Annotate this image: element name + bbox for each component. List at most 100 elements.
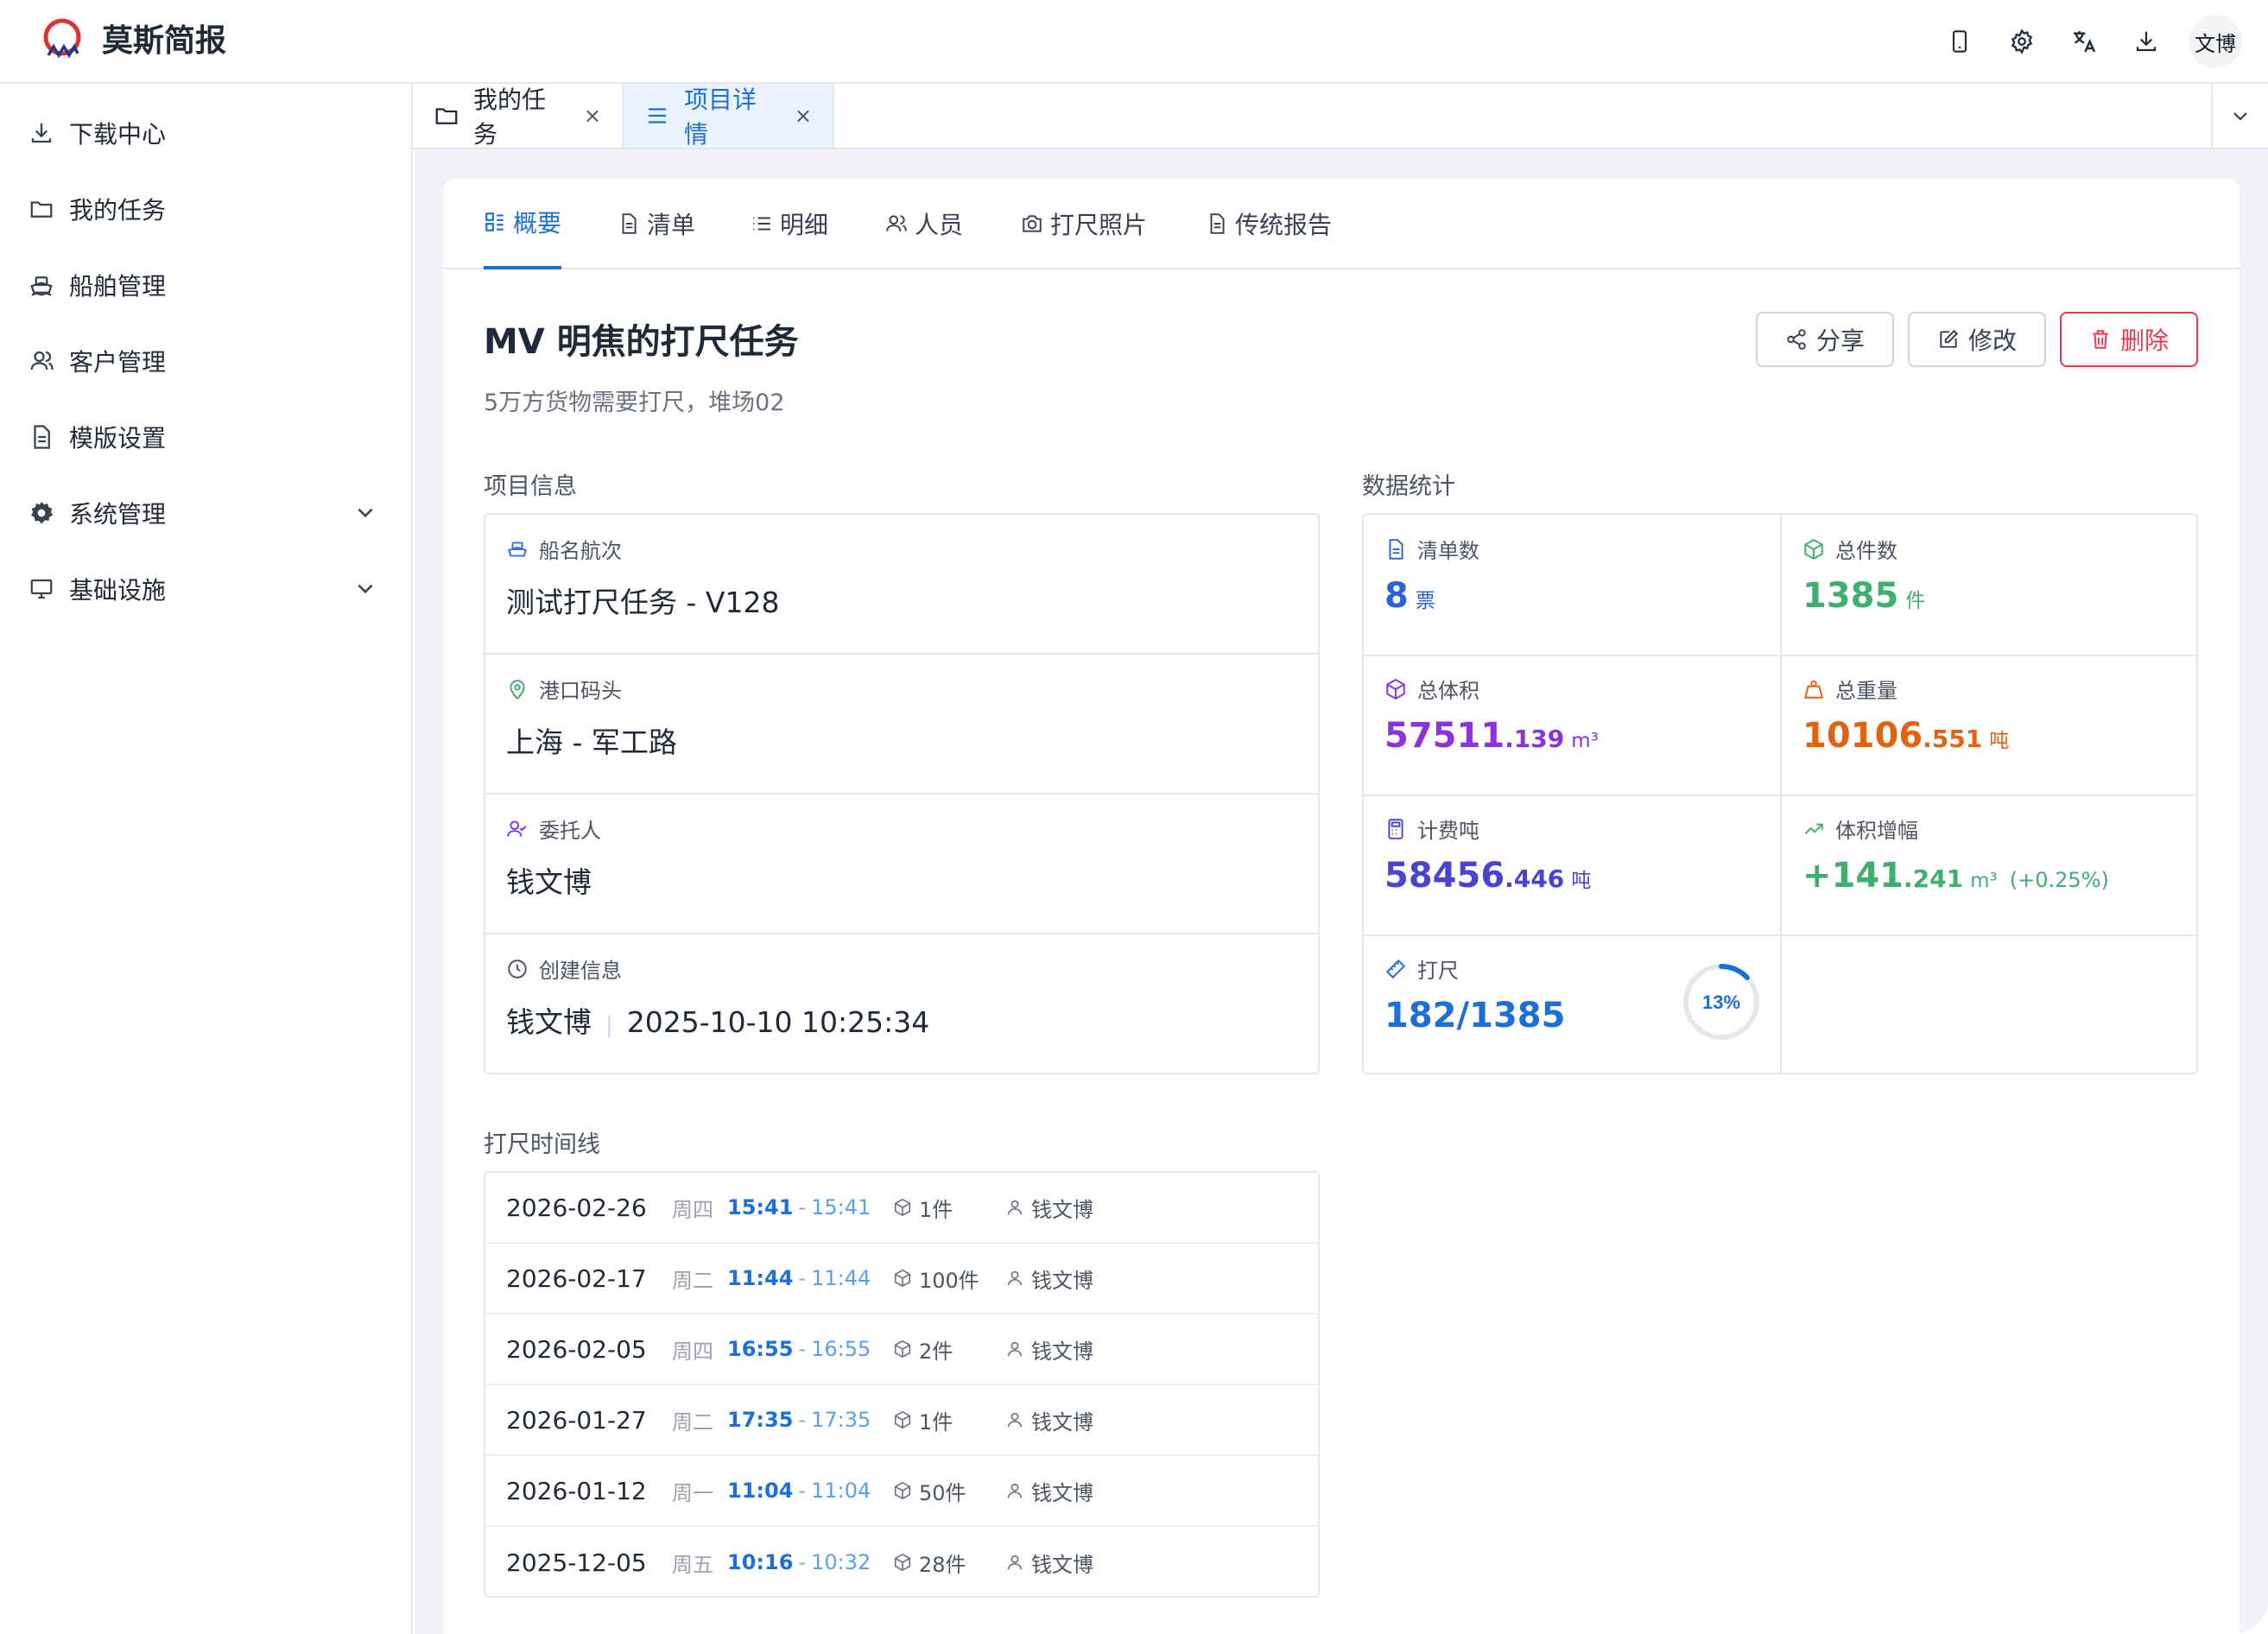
timeline-dash: - (798, 1408, 807, 1432)
tab-label: 清单 (647, 211, 696, 239)
tab-photos[interactable]: 打尺照片 (1021, 178, 1147, 269)
timeline-dash: - (798, 1195, 807, 1219)
share-label: 分享 (1815, 326, 1865, 355)
project-card: 概要 清单 明细 人员 打尺照片 传统报告 MV 明焦的打尺任务 5万方货物需要… (443, 178, 2239, 1634)
info-label: 船名航次 (539, 539, 622, 563)
users-icon (885, 212, 908, 235)
timeline-qty: 1件 (919, 1197, 953, 1222)
translate-icon[interactable] (2059, 16, 2109, 66)
content-area: 概要 清单 明细 人员 打尺照片 传统报告 MV 明焦的打尺任务 5万方货物需要… (415, 149, 2268, 1634)
download-icon (28, 119, 55, 147)
tab-details[interactable]: 明细 (751, 178, 828, 269)
avatar[interactable]: 文博 (2189, 15, 2242, 68)
sidebar-item-label: 基础设施 (69, 576, 167, 605)
info-row-created: 创建信息 钱文博 | 2025-10-10 10:25:34 (485, 934, 1318, 1074)
stat-label: 总重量 (1835, 679, 1897, 703)
timeline-weekday: 周二 (672, 1268, 713, 1293)
user-icon (1005, 1553, 1024, 1572)
weight-icon (1802, 678, 1825, 700)
tab-label: 人员 (915, 211, 964, 239)
sidebar-item-ship-management[interactable]: 船舶管理 (0, 247, 411, 323)
project-info-panel: 船名航次 测试打尺任务 - V128 港口码头 上海 - 军工路 委托人 钱文博… (484, 513, 1320, 1074)
tablet-icon[interactable] (1935, 16, 1985, 66)
timeline-qty: 28件 (919, 1552, 966, 1577)
info-row-port: 港口码头 上海 - 军工路 (485, 655, 1318, 795)
document-icon (28, 423, 55, 451)
user-icon (1005, 1340, 1024, 1358)
stat-total-pieces: 总件数 1385 件 (1782, 515, 2198, 655)
sidebar-item-template-settings[interactable]: 模版设置 (0, 399, 411, 475)
sidebar-item-customer-management[interactable]: 客户管理 (0, 323, 411, 399)
tab-label: 项目详情 (684, 86, 757, 149)
timeline-end-time: 16:55 (811, 1337, 871, 1361)
cube-icon (1384, 678, 1407, 700)
timeline-date: 2026-01-12 (506, 1476, 647, 1505)
timeline-dash: - (798, 1550, 807, 1574)
stat-unit: 件 (1905, 590, 1926, 612)
clock-icon (506, 958, 529, 980)
creator-value: 钱文博 (506, 1005, 592, 1039)
ship-icon (506, 538, 529, 560)
timeline-qty: 2件 (919, 1339, 953, 1364)
stat-value: +141 (1802, 856, 1904, 896)
timeline-end-time: 11:44 (811, 1266, 871, 1290)
document-icon (1206, 212, 1228, 235)
client-value: 钱文博 (506, 865, 592, 899)
info-row-client: 委托人 钱文博 (485, 795, 1318, 934)
tab-personnel[interactable]: 人员 (885, 178, 963, 269)
edit-label: 修改 (1967, 326, 2017, 355)
folder-icon (434, 103, 459, 129)
progress-label: 13% (1702, 991, 1740, 1013)
timeline-weekday: 周五 (672, 1552, 713, 1577)
delete-button[interactable]: 删除 (2059, 312, 2198, 367)
stat-value: 57511 (1384, 716, 1505, 756)
chevron-down-icon[interactable] (354, 501, 377, 529)
tab-label: 明细 (780, 211, 829, 239)
subtab-bar: 概要 清单 明细 人员 打尺照片 传统报告 (443, 178, 2239, 269)
ship-icon (28, 271, 55, 299)
timeline-user: 钱文博 (1031, 1268, 1093, 1293)
camera-icon (1021, 212, 1043, 235)
stat-billing-tons: 计费吨 58456.446 吨 (1364, 795, 1780, 934)
close-icon[interactable]: × (584, 104, 601, 128)
timeline-row: 2026-02-26 周四 15:41-15:41 1件 钱文博 (485, 1173, 1318, 1244)
timeline-qty: 50件 (919, 1480, 966, 1505)
gear-icon[interactable] (1997, 16, 2047, 66)
document-icon (1384, 538, 1407, 560)
share-button[interactable]: 分享 (1755, 312, 1894, 367)
package-icon (893, 1481, 912, 1500)
user-icon (1005, 1410, 1024, 1429)
stat-measured: 打尺 182/1385 13% (1364, 934, 1780, 1074)
timeline-start-time: 15:41 (727, 1195, 794, 1219)
stats-heading: 数据统计 (1362, 473, 1455, 500)
sidebar-item-download-center[interactable]: 下载中心 (0, 95, 411, 171)
sidebar-item-infrastructure[interactable]: 基础设施 (0, 551, 411, 627)
tab-traditional-report[interactable]: 传统报告 (1206, 178, 1332, 269)
stat-decimal: .446 (1505, 864, 1565, 893)
timeline-row: 2026-02-05 周四 16:55-16:55 2件 钱文博 (485, 1314, 1318, 1385)
chevron-down-icon (2233, 112, 2247, 121)
download-icon[interactable] (2121, 16, 2171, 66)
sidebar-item-my-tasks[interactable]: 我的任务 (0, 171, 411, 247)
info-label: 创建信息 (539, 959, 622, 983)
tab-list[interactable]: 清单 (618, 178, 695, 269)
timeline-user: 钱文博 (1031, 1480, 1093, 1505)
project-description: 5万方货物需要打尺，堆场02 (484, 390, 785, 416)
timeline-start-time: 11:04 (727, 1479, 794, 1503)
timeline-list: 2026-02-26 周四 15:41-15:41 1件 钱文博 2026-02-17 周二… (484, 1171, 1320, 1598)
timeline-weekday: 周四 (672, 1339, 713, 1364)
tab-project-detail[interactable]: 项目详情 × (624, 84, 834, 149)
tab-my-tasks[interactable]: 我的任务 × (413, 84, 624, 149)
chevron-down-icon[interactable] (354, 577, 377, 605)
timeline-end-time: 17:35 (811, 1408, 871, 1432)
edit-button[interactable]: 修改 (1907, 312, 2046, 367)
tab-overview[interactable]: 概要 (484, 178, 562, 269)
timeline-date: 2026-01-27 (506, 1405, 647, 1434)
timeline-user: 钱文博 (1031, 1409, 1093, 1434)
sidebar-item-system-management[interactable]: 系统管理 (0, 475, 411, 551)
close-icon[interactable]: × (795, 104, 812, 128)
stat-unit: m³ (1571, 730, 1599, 752)
package-icon (1802, 538, 1825, 560)
tab-dropdown-button[interactable] (2211, 84, 2268, 148)
logo-icon (43, 18, 81, 59)
